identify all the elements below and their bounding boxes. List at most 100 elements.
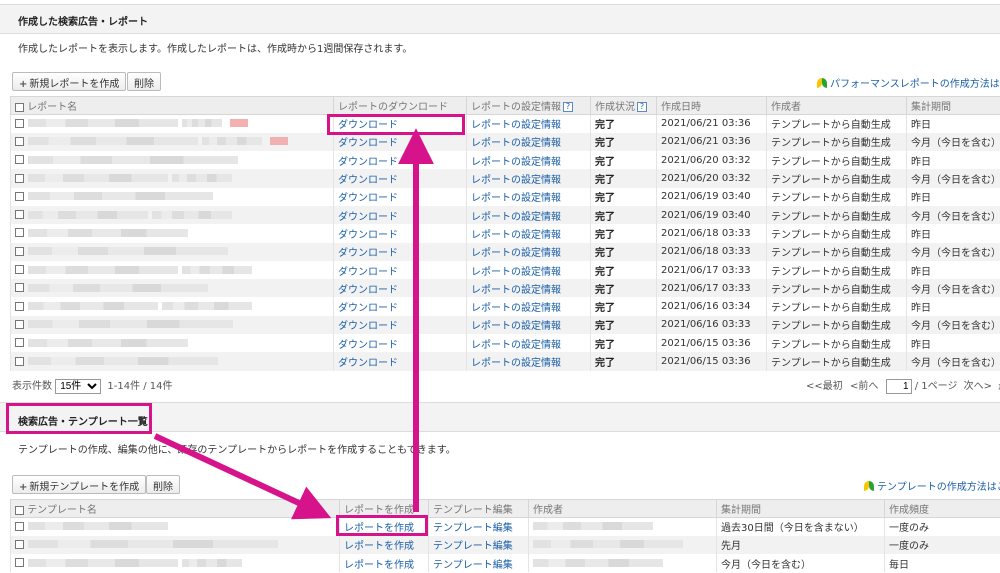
settings-link[interactable]: レポートの設定情報 [471, 340, 561, 351]
create-report-cell: レポートを作成 [339, 554, 429, 573]
row-checkbox[interactable] [15, 539, 24, 549]
download-link[interactable]: ダウンロード [338, 340, 398, 351]
template-edit-link[interactable]: テンプレート編集 [433, 541, 513, 552]
row-checkbox[interactable] [15, 118, 24, 128]
redacted-report-name [28, 119, 178, 128]
redacted-template-name [28, 558, 178, 567]
new-template-button[interactable]: + 新規テンプレートを作成 [12, 475, 147, 494]
download-link[interactable]: ダウンロード [338, 230, 398, 241]
row-checkbox[interactable] [15, 356, 24, 366]
col-create-report: レポートを作成 [339, 499, 429, 518]
prev-page-link[interactable]: <前へ [850, 381, 878, 392]
row-checkbox[interactable] [15, 136, 24, 146]
template-edit-cell: テンプレート編集 [428, 517, 529, 536]
download-link[interactable]: ダウンロード [338, 321, 398, 332]
row-checkbox[interactable] [15, 265, 24, 275]
download-link[interactable]: ダウンロード [338, 267, 398, 278]
settings-cell: レポートの設定情報 [466, 315, 591, 335]
settings-link[interactable]: レポートの設定情報 [471, 193, 561, 204]
col-period[interactable]: 集計期間 [906, 96, 1000, 115]
reports-section-description: 作成したレポートを表示します。作成したレポートは、作成時から1週間保存されます。 [18, 44, 413, 55]
new-report-button[interactable]: + 新規レポートを作成 [12, 72, 127, 91]
created-at-cell: 2021/06/17 03:33 [656, 279, 767, 298]
settings-cell: レポートの設定情報 [466, 242, 591, 261]
col-creator[interactable]: 作成者 [766, 96, 907, 115]
row-checkbox[interactable] [15, 191, 24, 201]
download-link[interactable]: ダウンロード [338, 175, 398, 186]
download-link[interactable]: ダウンロード [338, 285, 398, 296]
delete-reports-button[interactable]: 削除 [127, 72, 161, 91]
row-checkbox[interactable] [15, 338, 24, 348]
table-row: ダウンロード レポートの設定情報 完了 2021/06/16 03:33 テンプレートか… [10, 315, 1000, 335]
row-checkbox[interactable] [15, 521, 24, 531]
download-link[interactable]: ダウンロード [338, 157, 398, 168]
col-template-period[interactable]: 集計期間 [716, 499, 885, 518]
template-edit-link[interactable]: テンプレート編集 [433, 523, 513, 534]
download-link[interactable]: ダウンロード [338, 120, 398, 131]
row-checkbox[interactable] [15, 283, 24, 293]
table-row: ダウンロード レポートの設定情報 完了 2021/06/17 03:33 テンプレートか… [10, 279, 1000, 298]
creator-cell: テンプレートから自動生成 [766, 315, 907, 335]
settings-link[interactable]: レポートの設定情報 [471, 303, 561, 314]
status-cell: 完了 [590, 187, 657, 206]
col-created-at[interactable]: 作成日時 [656, 96, 767, 115]
templates-table-header: テンプレート名 レポートを作成 テンプレート編集 作成者 集計期間 作成頻度 [10, 499, 1000, 518]
row-checkbox[interactable] [15, 210, 24, 220]
first-page-link[interactable]: <<最初 [806, 381, 843, 392]
table-row: ダウンロード レポートの設定情報 完了 2021/06/21 03:36 テンプレートか… [10, 114, 1000, 133]
table-row: ダウンロード レポートの設定情報 完了 2021/06/20 03:32 テンプレートか… [10, 151, 1000, 170]
page-number-input[interactable] [885, 379, 912, 394]
settings-link[interactable]: レポートの設定情報 [471, 212, 561, 223]
settings-link[interactable]: レポートの設定情報 [471, 120, 561, 131]
download-link[interactable]: ダウンロード [338, 358, 398, 369]
col-template-frequency[interactable]: 作成頻度 [884, 499, 1000, 518]
create-report-link[interactable]: レポートを作成 [344, 560, 414, 571]
row-checkbox[interactable] [15, 228, 24, 238]
template-help-link[interactable]: テンプレートの作成方法はこち [864, 478, 1000, 493]
create-report-link[interactable]: レポートを作成 [344, 523, 414, 534]
performance-report-help-link[interactable]: パフォーマンスレポートの作成方法はこち [817, 75, 1000, 90]
download-link[interactable]: ダウンロード [338, 193, 398, 204]
settings-link[interactable]: レポートの設定情報 [471, 248, 561, 259]
template-edit-link[interactable]: テンプレート編集 [433, 560, 513, 571]
select-all-checkbox[interactable] [15, 102, 24, 112]
status-cell: 完了 [590, 132, 657, 152]
created-at-cell: 2021/06/18 03:33 [656, 224, 767, 243]
row-checkbox[interactable] [15, 173, 24, 183]
next-page-link[interactable]: 次へ> [964, 381, 992, 392]
delete-templates-button[interactable]: 削除 [146, 475, 180, 494]
settings-cell: レポートの設定情報 [466, 260, 591, 280]
settings-link[interactable]: レポートの設定情報 [471, 157, 561, 168]
download-link[interactable]: ダウンロード [338, 138, 398, 149]
settings-link[interactable]: レポートの設定情報 [471, 138, 561, 149]
settings-link[interactable]: レポートの設定情報 [471, 285, 561, 296]
period-cell: 昨日 [906, 224, 1000, 243]
row-checkbox[interactable] [15, 558, 24, 568]
settings-link[interactable]: レポートの設定情報 [471, 175, 561, 186]
download-link[interactable]: ダウンロード [338, 212, 398, 223]
col-template-creator[interactable]: 作成者 [528, 499, 717, 518]
row-checkbox[interactable] [15, 319, 24, 329]
help-question-icon[interactable]: ? [563, 102, 573, 112]
row-checkbox[interactable] [15, 246, 24, 256]
download-link[interactable]: ダウンロード [338, 248, 398, 259]
row-checkbox[interactable] [15, 155, 24, 165]
status-cell: 完了 [590, 297, 657, 316]
creator-cell: テンプレートから自動生成 [766, 334, 907, 353]
select-all-checkbox[interactable] [15, 505, 24, 515]
report-name-cell [10, 242, 334, 261]
create-report-link[interactable]: レポートを作成 [344, 541, 414, 552]
settings-link[interactable]: レポートの設定情報 [471, 230, 561, 241]
download-cell: ダウンロード [333, 334, 467, 353]
settings-link[interactable]: レポートの設定情報 [471, 321, 561, 332]
download-link[interactable]: ダウンロード [338, 303, 398, 314]
row-checkbox[interactable] [15, 301, 24, 311]
help-question-icon[interactable]: ? [637, 102, 647, 112]
settings-cell: レポートの設定情報 [466, 205, 591, 225]
creator-cell: テンプレートから自動生成 [766, 151, 907, 170]
settings-link[interactable]: レポートの設定情報 [471, 358, 561, 369]
settings-link[interactable]: レポートの設定情報 [471, 267, 561, 278]
per-page-select[interactable]: 15件 [55, 379, 102, 394]
table-row: レポートを作成 テンプレート編集 先月 一度のみ [10, 535, 1000, 555]
settings-cell: レポートの設定情報 [466, 114, 591, 133]
